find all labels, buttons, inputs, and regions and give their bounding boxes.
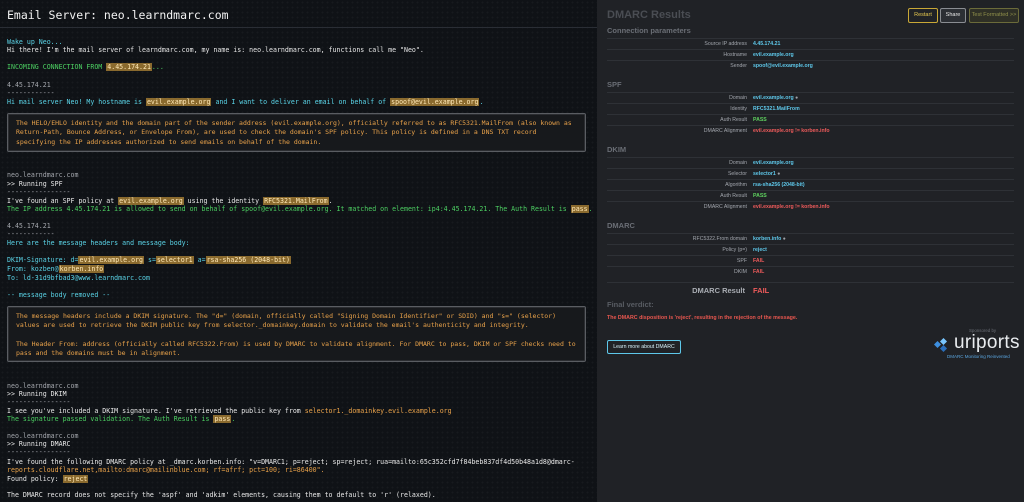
spf-explanation-box: The HELO/EHLO identity and the domain pa… [7,113,586,152]
terminal-line: Here are the message headers and message… [7,239,190,247]
terminal-line: The IP address 4.45.174.21 is allowed to… [7,205,593,213]
result-row: Policy (p=) reject [607,244,1014,255]
result-row: DMARC Alignment evil.example.org != korbe… [607,125,1014,136]
terminal-line: The signature passed validation. The Aut… [7,415,236,423]
terminal-panel: Email Server: neo.learndmarc.com Wake up… [0,0,597,502]
external-link-icon: ● [782,236,786,242]
result-row: Auth Result PASS [607,190,1014,201]
results-title: DMARC Results [607,9,691,21]
terminal-line: ------------ [7,230,55,238]
result-row: Hostname evil.example.org [607,49,1014,60]
result-row: Sender spoof@evil.example.org [607,60,1014,71]
result-row: Source IP address 4.45.174.21 [607,38,1014,49]
terminal-line: DKIM-Signature: d=evil.example.org s=sel… [7,256,291,264]
dmarc-result-row: DMARC Result FAIL [607,282,1014,296]
results-panel: DMARC Results Restart Share Test Formatt… [597,0,1024,502]
restart-button[interactable]: Restart [908,8,938,23]
terminal-line: The DMARC record does not specify the 'a… [7,491,436,499]
terminal-line: ------------ [7,89,55,97]
learn-more-button[interactable]: Learn more about DMARC [607,340,681,354]
terminal-line: From: kozben@korben.info [7,265,105,273]
terminal-line: Hi there! I'm the mail server of learndm… [7,46,424,54]
result-row: DMARC Alignment evil.example.org != korbe… [607,201,1014,212]
result-row: Domain evil.example.org ● [607,92,1014,103]
dmarc-result-label: DMARC Result [692,286,745,295]
terminal-line: -- message body removed -- [7,291,111,299]
verdict-text: The DMARC disposition is 'reject', resul… [607,315,798,321]
dmarc-result-value: FAIL [753,286,770,295]
result-row: RFC5322.From domain korben.info ● [607,233,1014,244]
box-paragraph: The Header From: address (officially cal… [16,339,576,358]
uriports-logo-icon [934,337,948,353]
terminal-line: To: ld-31d9bfbad3@www.learndmarc.com [7,274,150,282]
external-link-icon: ● [777,171,781,177]
terminal-line: ---------------- [7,188,71,196]
terminal-line: reports.cloudflare.net,mailto:dmarc@mail… [7,466,325,474]
terminal-line: INCOMING CONNECTION FROM 4.45.174.21... [7,63,164,71]
terminal-line: ---------------- [7,398,71,406]
logo-tagline: DMARC Monitoring Reinvented [947,354,1010,359]
divider [0,27,597,28]
verdict-heading: Final verdict: [607,300,654,309]
external-link-icon: ● [795,95,799,101]
result-row: DKIM FAIL [607,266,1014,277]
result-row: Identity RFC5321.MailFrom [607,103,1014,114]
uriports-logo-text[interactable]: uriports [954,332,1020,354]
dkim-explanation-box: The message headers include a DKIM signa… [7,306,586,362]
test-formatted-button[interactable]: Test Formatted >> [969,8,1019,23]
share-button[interactable]: Share [940,8,966,23]
result-row: Domain evil.example.org [607,157,1014,168]
terminal-line: neo.learndmarc.com [7,171,79,179]
result-row: Auth Result PASS [607,114,1014,125]
section-heading-dkim: DKIM [607,145,627,154]
terminal-line: Found policy: reject [7,475,89,483]
terminal-line: ---------------- [7,448,71,456]
section-heading-spf: SPF [607,80,622,89]
result-row: Algorithm rsa-sha256 (2048-bit) [607,179,1014,190]
box-paragraph: The message headers include a DKIM signa… [16,312,557,330]
section-heading-dmarc: DMARC [607,221,635,230]
terminal-line: Hi mail server Neo! My hostname is evil.… [7,98,484,106]
result-row: Selector selector1 ● [607,168,1014,179]
terminal-title: Email Server: neo.learndmarc.com [7,8,229,22]
section-heading-connection: Connection parameters [607,26,691,35]
result-row: SPF FAIL [607,255,1014,266]
